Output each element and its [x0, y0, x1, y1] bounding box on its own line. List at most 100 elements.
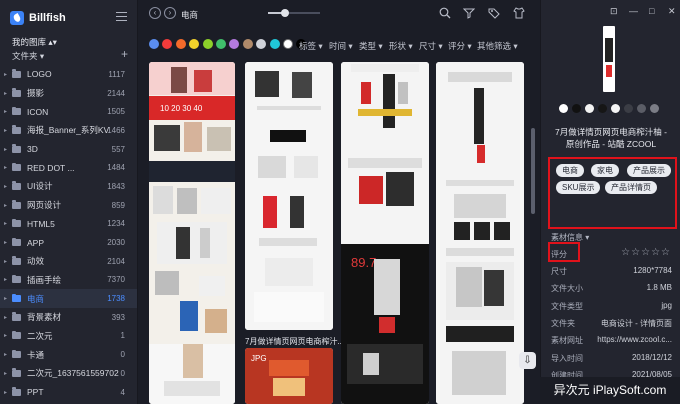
color-swatch[interactable]: [283, 39, 293, 49]
expand-caret-icon[interactable]: ▸: [4, 295, 12, 302]
filter-chip[interactable]: 标签 ▾: [299, 40, 323, 52]
thumbnail-image[interactable]: 89.7: [341, 62, 429, 404]
sidebar-folder[interactable]: ▸ UI设计 1843: [0, 177, 137, 196]
expand-caret-icon[interactable]: ▸: [4, 71, 12, 78]
sidebar-folder[interactable]: ▸ 二次元 1: [0, 327, 137, 346]
sidebar-folder[interactable]: ▸ 电商 1738: [0, 289, 137, 308]
expand-caret-icon[interactable]: ▸: [4, 202, 12, 209]
color-swatch[interactable]: [216, 39, 226, 49]
palette-swatch[interactable]: [585, 104, 594, 113]
import-icon[interactable]: ⇩: [519, 352, 536, 369]
expand-caret-icon[interactable]: ▸: [4, 108, 12, 115]
expand-caret-icon[interactable]: ▸: [4, 183, 12, 190]
filter-chip[interactable]: 其他筛选 ▾: [477, 40, 518, 52]
palette-swatch[interactable]: [650, 104, 659, 113]
forward-button[interactable]: ›: [164, 7, 176, 19]
scrollbar-thumb[interactable]: [531, 128, 535, 214]
sidebar-folder[interactable]: ▸ 背景素材 393: [0, 308, 137, 327]
shirt-icon[interactable]: [513, 7, 525, 19]
search-icon[interactable]: [439, 7, 451, 19]
tag-area[interactable]: 电商 家电 产品展示 SKU展示 产品详情页: [548, 157, 677, 229]
color-swatch[interactable]: [202, 39, 213, 49]
tag-icon[interactable]: [488, 7, 500, 19]
filter-icon[interactable]: [463, 7, 475, 19]
folder-label: ICON: [27, 106, 49, 117]
tag-chip[interactable]: 产品详情页: [605, 181, 657, 194]
sidebar-folder[interactable]: ▸ APP 2030: [0, 233, 137, 252]
thumbnail-image[interactable]: 10 20 30 40: [149, 62, 235, 404]
color-swatch[interactable]: [162, 39, 173, 49]
expand-caret-icon[interactable]: ▸: [4, 239, 12, 246]
sidebar-folder[interactable]: ▸ 二次元_1637561559702 0: [0, 364, 137, 383]
folder-label: 动效: [27, 256, 45, 267]
color-swatch[interactable]: [229, 39, 240, 49]
close-icon[interactable]: ✕: [668, 6, 676, 17]
expand-caret-icon[interactable]: ▸: [4, 370, 12, 377]
preview-image[interactable]: [603, 26, 615, 92]
thumbnail-image[interactable]: [245, 62, 333, 330]
slider-knob[interactable]: [281, 9, 289, 17]
sidebar-folder[interactable]: ▸ RED DOT ... 1484: [0, 158, 137, 177]
sidebar-folder[interactable]: ▸ PPT 4: [0, 383, 137, 402]
palette-swatch[interactable]: [572, 104, 581, 113]
expand-caret-icon[interactable]: ▸: [4, 164, 12, 171]
color-swatch[interactable]: [149, 39, 159, 49]
expand-caret-icon[interactable]: ▸: [4, 258, 12, 265]
image-title[interactable]: 7月做详情页网页电商榨汁柚 - 原创作品 - 站酷 ZCOOL: [554, 126, 668, 150]
sidebar-folder[interactable]: ▸ 海报_Banner_系列KV 1466: [0, 121, 137, 140]
thumbnail-image[interactable]: [436, 62, 524, 404]
palette-swatch[interactable]: [624, 104, 633, 113]
expand-caret-icon[interactable]: ▸: [4, 276, 12, 283]
palette-swatch[interactable]: [637, 104, 646, 113]
sidebar-folder[interactable]: ▸ 网页设计 859: [0, 196, 137, 215]
palette-swatch[interactable]: [611, 104, 620, 113]
sidebar-folder[interactable]: ▸ HTML5 1234: [0, 215, 137, 234]
sidebar-folder[interactable]: ▸ 摄影 2144: [0, 84, 137, 103]
maximize-icon[interactable]: □: [649, 6, 654, 16]
color-swatch[interactable]: [175, 39, 186, 49]
library-switcher[interactable]: 我的图库 ▴▾: [12, 36, 57, 48]
folder-count: 1505: [107, 107, 125, 117]
back-button[interactable]: ‹: [149, 7, 161, 19]
tag-chip[interactable]: SKU展示: [556, 181, 601, 194]
filter-chip[interactable]: 类型 ▾: [359, 40, 383, 52]
folder-label: 背景素材: [27, 312, 62, 323]
tag-chip[interactable]: 产品展示: [627, 164, 671, 177]
color-swatch[interactable]: [189, 39, 200, 49]
property-row: 导入时间 2018/12/12: [551, 349, 672, 365]
color-swatch[interactable]: [269, 39, 280, 49]
sidebar-folder[interactable]: ▸ 插画手绘 7370: [0, 271, 137, 290]
expand-caret-icon[interactable]: ▸: [4, 332, 12, 339]
filter-chip[interactable]: 评分 ▾: [448, 40, 472, 52]
minimize-icon[interactable]: —: [629, 6, 638, 16]
color-swatch[interactable]: [242, 39, 253, 49]
expand-caret-icon[interactable]: ▸: [4, 146, 12, 153]
expand-caret-icon[interactable]: ▸: [4, 351, 12, 358]
thumbnail-image[interactable]: JPG: [245, 348, 333, 404]
folder-count: 2144: [107, 88, 125, 98]
palette-swatch[interactable]: [559, 104, 568, 113]
add-folder-icon[interactable]: +: [121, 47, 128, 61]
pin-icon[interactable]: ⊡: [610, 6, 618, 17]
sidebar-folder[interactable]: ▸ 3D 557: [0, 140, 137, 159]
tag-chip[interactable]: 电商: [556, 164, 584, 177]
filter-chip[interactable]: 尺寸 ▾: [419, 40, 443, 52]
star-rating[interactable]: ☆☆☆☆☆: [621, 247, 671, 258]
filter-chip[interactable]: 形状 ▾: [389, 40, 413, 52]
menu-icon[interactable]: [116, 12, 127, 21]
sidebar-folder[interactable]: ▸ LOGO 1117: [0, 65, 137, 84]
expand-caret-icon[interactable]: ▸: [4, 127, 12, 134]
filter-chip[interactable]: 时间 ▾: [329, 40, 353, 52]
sidebar-folder[interactable]: ▸ 动效 2104: [0, 252, 137, 271]
expand-caret-icon[interactable]: ▸: [4, 220, 12, 227]
expand-caret-icon[interactable]: ▸: [4, 314, 12, 321]
folders-header[interactable]: 文件夹 ▾ +: [12, 47, 128, 62]
thumbnail-size-slider[interactable]: [268, 9, 320, 17]
sidebar-folder[interactable]: ▸ 卡通 0: [0, 345, 137, 364]
expand-caret-icon[interactable]: ▸: [4, 90, 12, 97]
color-swatch[interactable]: [256, 39, 267, 49]
tag-chip[interactable]: 家电: [591, 164, 619, 177]
sidebar-folder[interactable]: ▸ ICON 1505: [0, 102, 137, 121]
palette-swatch[interactable]: [598, 104, 607, 113]
expand-caret-icon[interactable]: ▸: [4, 389, 12, 396]
